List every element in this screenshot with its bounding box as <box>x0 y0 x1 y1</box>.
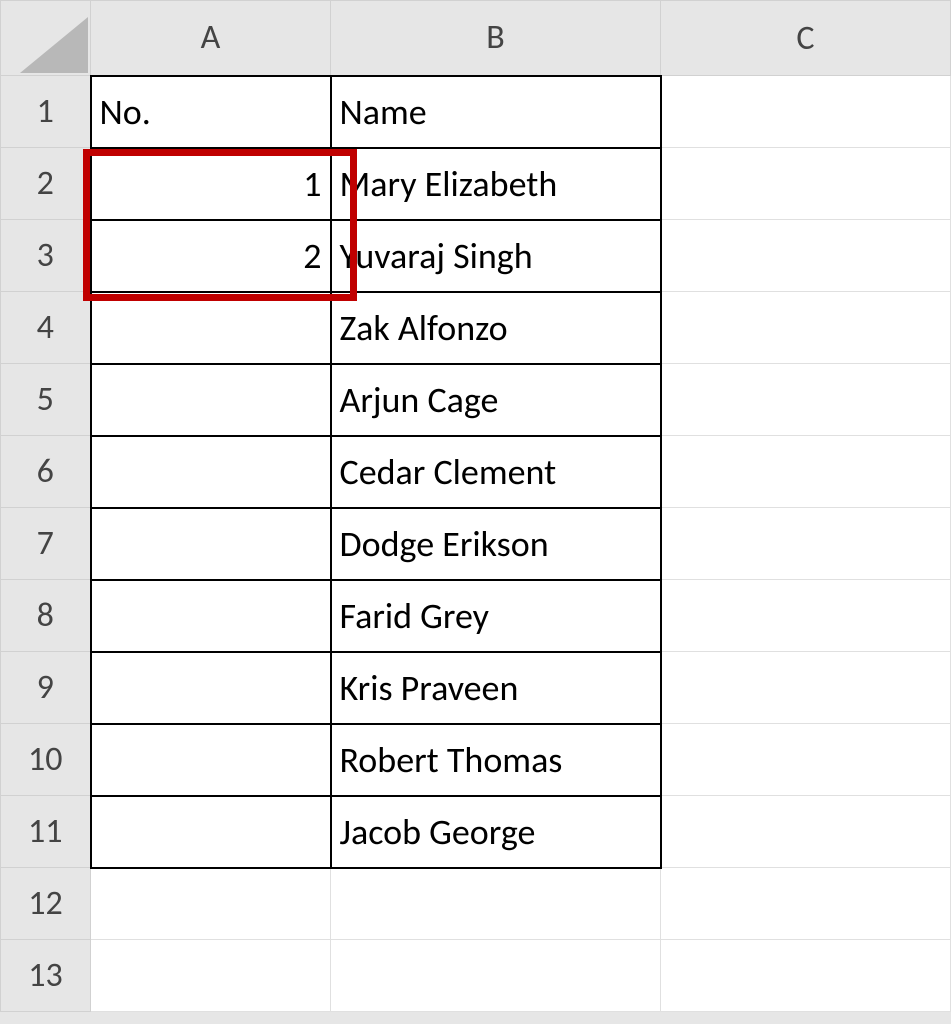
cell-B2[interactable]: Mary Elizabeth <box>331 148 661 220</box>
row-header-9[interactable]: 9 <box>1 652 91 724</box>
cell-A12[interactable] <box>91 868 331 940</box>
cell-A5[interactable] <box>91 364 331 436</box>
cell-B7[interactable]: Dodge Erikson <box>331 508 661 580</box>
select-all-triangle-icon <box>20 17 88 73</box>
cell-A13[interactable] <box>91 940 331 1012</box>
cell-A2[interactable]: 1 <box>91 148 331 220</box>
row-header-10[interactable]: 10 <box>1 724 91 796</box>
column-header-A[interactable]: A <box>91 1 331 76</box>
row-header-7[interactable]: 7 <box>1 508 91 580</box>
cell-B9[interactable]: Kris Praveen <box>331 652 661 724</box>
cell-A4[interactable] <box>91 292 331 364</box>
cell-A8[interactable] <box>91 580 331 652</box>
cell-A7[interactable] <box>91 508 331 580</box>
cell-C9[interactable] <box>661 652 951 724</box>
row-header-6[interactable]: 6 <box>1 436 91 508</box>
column-header-C[interactable]: C <box>661 1 951 76</box>
row-header-2[interactable]: 2 <box>1 148 91 220</box>
cell-C11[interactable] <box>661 796 951 868</box>
cell-C1[interactable] <box>661 76 951 148</box>
cell-C5[interactable] <box>661 364 951 436</box>
cell-B12[interactable] <box>331 868 661 940</box>
cell-B11[interactable]: Jacob George <box>331 796 661 868</box>
cell-A9[interactable] <box>91 652 331 724</box>
cell-B4[interactable]: Zak Alfonzo <box>331 292 661 364</box>
cell-C8[interactable] <box>661 580 951 652</box>
cell-A3[interactable]: 2 <box>91 220 331 292</box>
cell-B5[interactable]: Arjun Cage <box>331 364 661 436</box>
cell-C3[interactable] <box>661 220 951 292</box>
cell-C10[interactable] <box>661 724 951 796</box>
cell-B1[interactable]: Name <box>331 76 661 148</box>
cell-C2[interactable] <box>661 148 951 220</box>
row-header-5[interactable]: 5 <box>1 364 91 436</box>
row-header-11[interactable]: 11 <box>1 796 91 868</box>
cell-C12[interactable] <box>661 868 951 940</box>
cell-C7[interactable] <box>661 508 951 580</box>
cell-A1[interactable]: No. <box>91 76 331 148</box>
row-header-1[interactable]: 1 <box>1 76 91 148</box>
row-header-13[interactable]: 13 <box>1 940 91 1012</box>
cell-B8[interactable]: Farid Grey <box>331 580 661 652</box>
row-header-3[interactable]: 3 <box>1 220 91 292</box>
cell-A10[interactable] <box>91 724 331 796</box>
cell-B3[interactable]: Yuvaraj Singh <box>331 220 661 292</box>
spreadsheet-grid[interactable]: A B C 1 No. Name 2 1 Mary Elizabeth 3 2 … <box>0 0 951 1012</box>
row-header-4[interactable]: 4 <box>1 292 91 364</box>
row-header-8[interactable]: 8 <box>1 580 91 652</box>
cell-C13[interactable] <box>661 940 951 1012</box>
select-all-corner[interactable] <box>1 1 91 76</box>
row-header-12[interactable]: 12 <box>1 868 91 940</box>
cell-A11[interactable] <box>91 796 331 868</box>
cell-B10[interactable]: Robert Thomas <box>331 724 661 796</box>
column-header-B[interactable]: B <box>331 1 661 76</box>
cell-A6[interactable] <box>91 436 331 508</box>
cell-C6[interactable] <box>661 436 951 508</box>
cell-B13[interactable] <box>331 940 661 1012</box>
cell-B6[interactable]: Cedar Clement <box>331 436 661 508</box>
cell-C4[interactable] <box>661 292 951 364</box>
